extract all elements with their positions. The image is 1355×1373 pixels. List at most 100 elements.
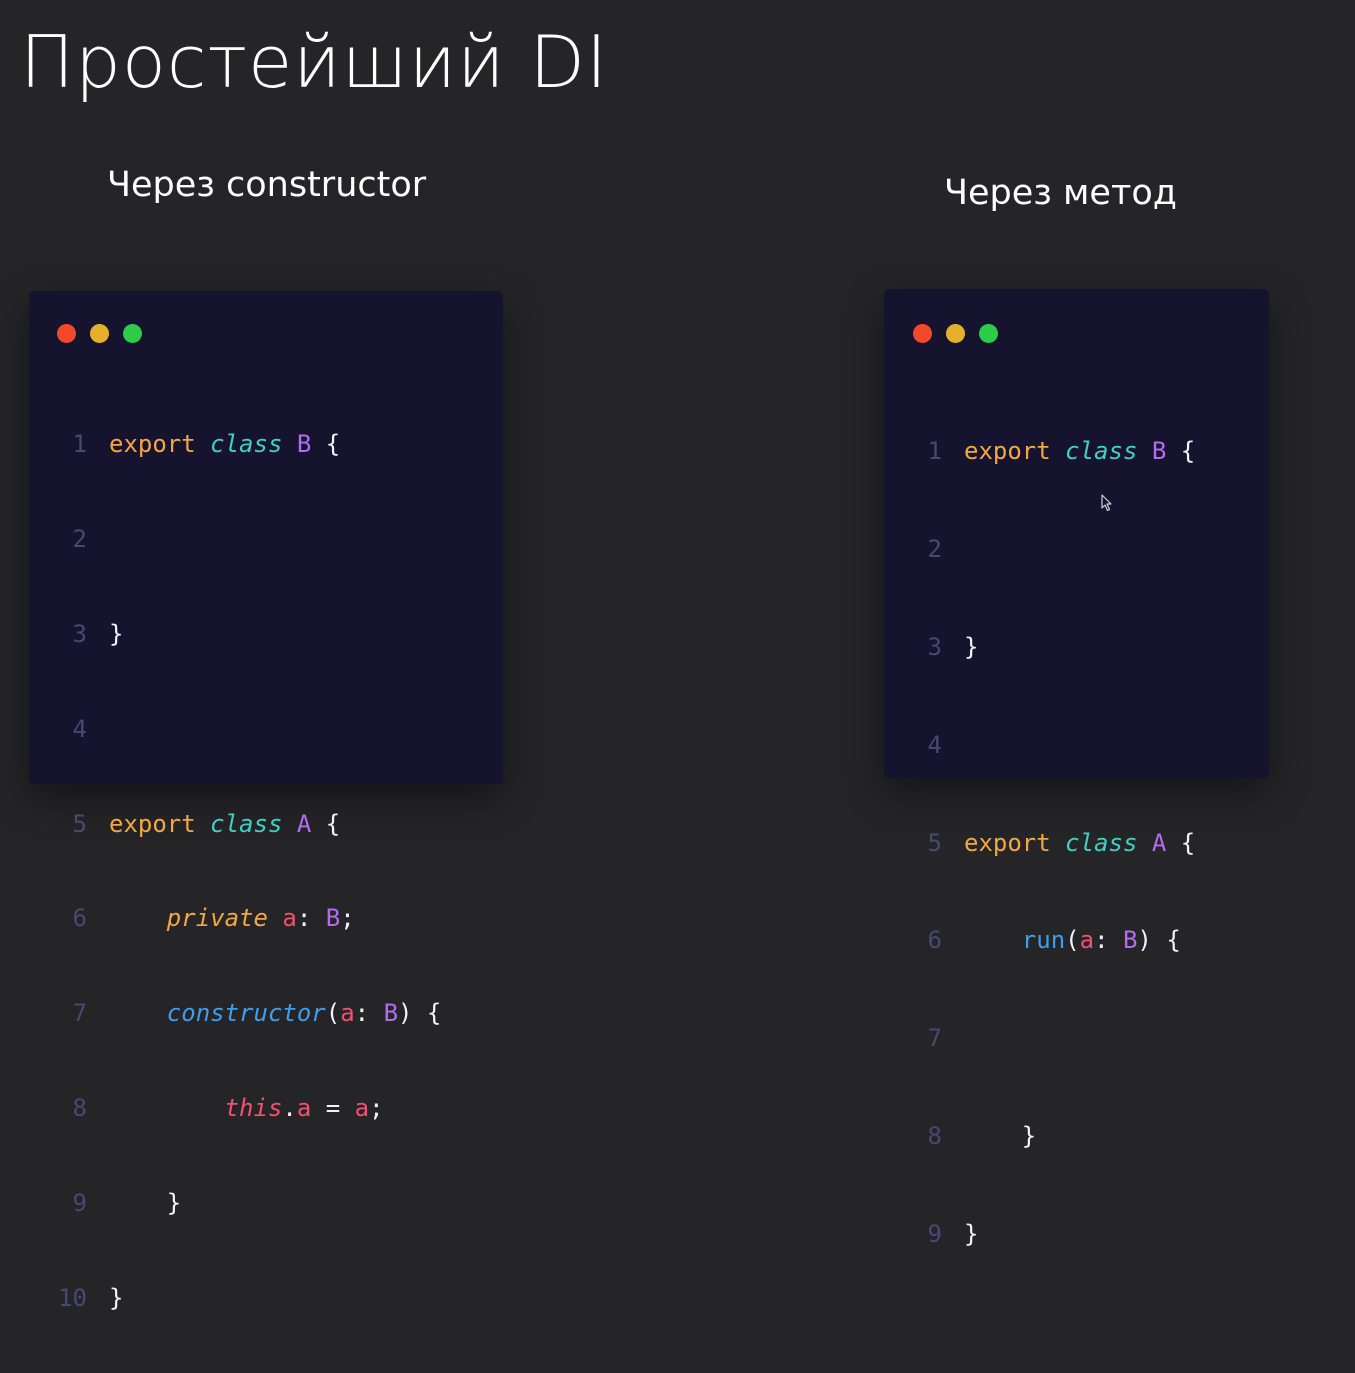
code-line: 7 constructor(a: B) {: [51, 994, 442, 1033]
paren-close-brace: ) {: [398, 999, 442, 1028]
maximize-dot-icon: [979, 324, 998, 343]
keyword-class: class: [1065, 828, 1138, 857]
close-dot-icon: [57, 324, 76, 343]
brace: {: [325, 809, 341, 838]
brace: }: [109, 619, 124, 648]
colon: :: [354, 999, 384, 1028]
window-controls: [57, 324, 142, 343]
line-number: 1: [927, 436, 942, 465]
class-name: B: [1151, 436, 1167, 465]
line-number: 6: [72, 904, 87, 933]
paren-open: (: [325, 999, 341, 1028]
line-number: 2: [927, 534, 942, 563]
constructor-keyword: constructor: [166, 999, 326, 1028]
keyword-this: this: [224, 1093, 283, 1122]
code-line: 1 export class B {: [51, 425, 441, 464]
minimize-dot-icon: [946, 324, 965, 343]
line-number: 10: [58, 1283, 87, 1312]
brace: {: [325, 430, 341, 459]
method-name: run: [1021, 926, 1066, 955]
code-line: 4: [51, 709, 441, 748]
window-controls: [913, 324, 998, 343]
code-line: 5 export class A {: [51, 804, 441, 843]
code-line: 1 export class B {: [906, 430, 1196, 472]
param-name: a: [1079, 926, 1095, 955]
code-line: 3}: [51, 615, 441, 654]
dot: .: [282, 1093, 297, 1122]
method-subtitle: Через метод: [944, 173, 1177, 213]
paren-open: (: [1065, 926, 1080, 955]
assign: =: [311, 1093, 355, 1122]
brace: }: [109, 1283, 124, 1312]
code-line: 10}: [51, 1278, 441, 1317]
code-line: 8 this.a = a;: [51, 1089, 441, 1128]
mouse-cursor-icon: [1101, 494, 1112, 512]
code-line: 6 run(a: B) {: [906, 919, 1195, 961]
colon: :: [296, 904, 326, 933]
param-name: a: [340, 999, 355, 1028]
constructor-code-window: 1 export class B { 2 3} 4 5 export class A…: [29, 291, 503, 1312]
code-line: 3}: [906, 626, 1195, 668]
semicolon: ;: [369, 1093, 384, 1122]
line-number: 8: [72, 1093, 87, 1122]
brace: {: [1180, 828, 1196, 857]
keyword-export: export: [964, 828, 1051, 857]
param-name: a: [354, 1093, 370, 1122]
brace: }: [1021, 1122, 1037, 1151]
code-line: 4: [906, 724, 1195, 766]
method-code-window: 1 export class B { 2 3} 4 5 export class A…: [884, 289, 1269, 1248]
minimize-dot-icon: [90, 324, 109, 343]
line-number: 7: [72, 999, 87, 1028]
code-line: 5 export class A {: [906, 822, 1196, 864]
line-number: 1: [72, 430, 87, 459]
class-name: A: [1151, 828, 1167, 857]
code-line: 9 }: [51, 1183, 441, 1222]
line-number: 3: [72, 619, 87, 648]
maximize-dot-icon: [123, 324, 142, 343]
slide-title: Простейший DI: [20, 20, 609, 104]
line-number: 4: [72, 714, 87, 743]
line-number: 5: [72, 809, 87, 838]
constructor-code-block: 1 export class B { 2 3} 4 5 export class A…: [51, 369, 441, 1373]
code-line: 9}: [906, 1213, 1195, 1255]
line-number: 9: [72, 1188, 87, 1217]
brace: }: [964, 1220, 979, 1249]
keyword-class: class: [1065, 436, 1138, 465]
semicolon: ;: [340, 904, 355, 933]
brace: }: [964, 632, 979, 661]
line-number: 6: [927, 926, 942, 955]
field-name: a: [296, 1093, 312, 1122]
line-number: 5: [927, 828, 942, 857]
type-name: B: [383, 999, 399, 1028]
keyword-private: private: [166, 904, 268, 933]
constructor-subtitle: Через constructor: [107, 165, 427, 205]
close-dot-icon: [913, 324, 932, 343]
method-code-block: 1 export class B { 2 3} 4 5 export class A…: [906, 374, 1196, 1311]
brace: }: [166, 1188, 182, 1217]
keyword-export: export: [964, 436, 1051, 465]
class-name: A: [296, 809, 312, 838]
keyword-export: export: [109, 809, 196, 838]
code-line: 6 private a: B;: [51, 899, 441, 938]
keyword-class: class: [210, 430, 283, 459]
code-line: 8 }: [906, 1115, 1195, 1157]
keyword-class: class: [210, 809, 283, 838]
code-line: 2: [51, 520, 441, 559]
line-number: 7: [927, 1024, 942, 1053]
paren-close-brace: ) {: [1137, 926, 1181, 955]
field-name: a: [282, 904, 297, 933]
line-number: 4: [927, 730, 942, 759]
class-name: B: [296, 430, 312, 459]
code-line: 2: [906, 528, 1195, 570]
colon: :: [1094, 926, 1123, 955]
line-number: 3: [927, 632, 942, 661]
type-name: B: [1122, 926, 1138, 955]
keyword-export: export: [109, 430, 196, 459]
brace: {: [1180, 436, 1196, 465]
